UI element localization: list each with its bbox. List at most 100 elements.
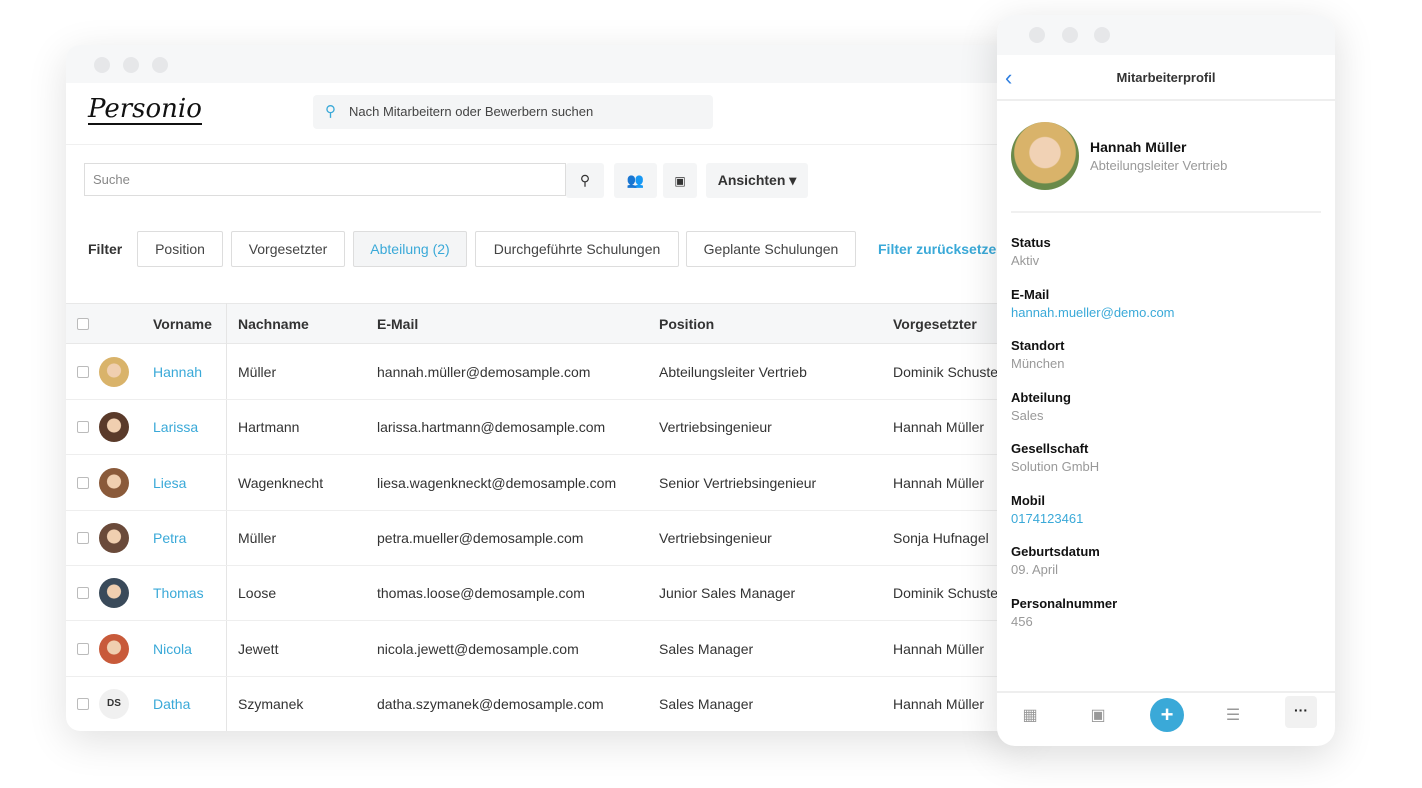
email: larissa.hartmann@demosample.com — [377, 419, 606, 436]
table-header: Vorname Nachname E-Mail Position Vorgese… — [66, 303, 1026, 344]
position: Senior Vertriebsingenieur — [659, 474, 817, 491]
save-button[interactable]: ▣ — [663, 163, 697, 198]
filter-position[interactable]: Position — [137, 231, 223, 267]
table-row[interactable]: Nicola Jewett nicola.jewett@demosample.c… — [66, 622, 1026, 677]
table-row[interactable]: Petra Müller petra.mueller@demosample.co… — [66, 511, 1026, 566]
field-value: Sales — [1011, 407, 1044, 423]
back-chevron-icon[interactable]: ‹ — [1005, 55, 1012, 101]
table-row[interactable]: Hannah Müller hannah.müller@demosample.c… — [66, 345, 1026, 400]
filter-reset-link[interactable]: Filter zurücksetzen — [878, 241, 1005, 257]
field-label: Gesellschaft — [1011, 441, 1089, 456]
search-icon: ⚲ — [325, 103, 336, 120]
filter-vorgesetzter[interactable]: Vorgesetzter — [231, 231, 345, 267]
manager: Dominik Schuster — [893, 364, 1003, 380]
row-checkbox[interactable] — [77, 642, 89, 655]
window-dot — [94, 57, 110, 73]
row-checkbox[interactable] — [77, 587, 89, 600]
search-input[interactable]: Suche — [84, 163, 566, 196]
field-value[interactable]: 0174123461 — [1011, 511, 1083, 526]
row-checkbox[interactable] — [77, 476, 89, 489]
last-name: Müller — [238, 529, 277, 546]
email: petra.mueller@demosample.com — [377, 529, 584, 546]
people-list-icon[interactable]: ☰ — [1218, 705, 1248, 725]
views-dropdown[interactable]: Ansichten ▾ — [706, 163, 808, 198]
manager: Sonja Hufnagel — [893, 529, 989, 546]
manager: Hannah Müller — [893, 419, 985, 436]
first-name-link[interactable]: Hannah — [153, 364, 202, 380]
email: liesa.wagenkneckt@demosample.com — [377, 474, 617, 491]
position: Vertriebsingenieur — [659, 419, 772, 436]
col-position[interactable]: Position — [659, 316, 714, 332]
first-name-link[interactable]: Larissa — [153, 419, 198, 435]
filter-geplante-schulungen[interactable]: Geplante Schulungen — [686, 231, 856, 267]
last-name: Hartmann — [238, 419, 300, 436]
divider — [1011, 211, 1321, 213]
window-dot — [1062, 27, 1078, 43]
table-row[interactable]: Larissa Hartmann larissa.hartmann@demosa… — [66, 400, 1026, 456]
profile-field: Personalnummer 456 — [1011, 596, 1117, 629]
personio-logo[interactable]: Personio — [88, 95, 202, 125]
field-value: 456 — [1011, 613, 1033, 629]
table-row[interactable]: Thomas Loose thomas.loose@demosample.com… — [66, 566, 1026, 622]
field-label: Status — [1011, 235, 1051, 250]
field-value: Solution GmbH — [1011, 459, 1100, 474]
avatar — [99, 412, 129, 443]
first-name-link[interactable]: Datha — [153, 696, 190, 712]
search-button[interactable]: ⚲ — [566, 163, 604, 198]
col-nachname[interactable]: Nachname — [238, 316, 309, 332]
field-value: München — [1011, 356, 1065, 371]
col-vorgesetzter[interactable]: Vorgesetzter — [893, 316, 977, 332]
profile-field: Standort München — [1011, 338, 1064, 371]
field-label: Personalnummer — [1011, 595, 1118, 611]
filter-durchgefuehrte-schulungen[interactable]: Durchgeführte Schulungen — [475, 231, 679, 267]
row-checkbox[interactable] — [77, 531, 89, 544]
avatar — [99, 522, 129, 553]
first-name-link[interactable]: Liesa — [153, 475, 186, 491]
field-value[interactable]: hannah.mueller@demo.com — [1011, 305, 1175, 320]
avatar — [99, 357, 129, 387]
global-search-input[interactable]: ⚲ Nach Mitarbeitern oder Bewerbern suchen — [313, 95, 713, 129]
email: hannah.müller@demosample.com — [377, 364, 591, 380]
position: Sales Manager — [659, 695, 754, 712]
last-name: Szymanek — [238, 695, 304, 712]
row-checkbox[interactable] — [77, 421, 89, 434]
select-all-checkbox[interactable] — [77, 317, 89, 330]
table-row[interactable]: DS Datha Szymanek datha.szymanek@demosam… — [66, 677, 1026, 731]
calendar-icon[interactable]: ▣ — [1083, 705, 1113, 725]
table-row[interactable]: Liesa Wagenknecht liesa.wagenkneckt@demo… — [66, 456, 1026, 511]
search-icon: ⚲ — [579, 172, 591, 188]
filter-abteilung[interactable]: Abteilung (2) — [353, 231, 467, 267]
last-name: Loose — [238, 585, 277, 602]
dashboard-icon[interactable]: ▦ — [1015, 705, 1045, 725]
last-name: Müller — [238, 364, 277, 380]
mobile-profile-window: ‹ Mitarbeiterprofil Hannah Müller Abteil… — [997, 15, 1335, 746]
add-button[interactable]: + — [1150, 698, 1184, 732]
position: Vertriebsingenieur — [659, 529, 772, 546]
save-icon: ▣ — [674, 174, 686, 188]
profile-field: Mobil 0174123461 — [1011, 493, 1083, 526]
desktop-window: Personio ⚲ Nach Mitarbeitern oder Bewerbe… — [66, 45, 1026, 731]
profile-field: Status Aktiv — [1011, 235, 1051, 268]
row-checkbox[interactable] — [77, 697, 89, 710]
avatar — [99, 578, 129, 609]
avatar: DS — [99, 688, 129, 719]
title-bar — [66, 45, 1026, 83]
first-name-link[interactable]: Thomas — [153, 585, 204, 601]
col-email[interactable]: E-Mail — [377, 316, 418, 332]
first-name-link[interactable]: Petra — [153, 530, 186, 546]
field-label: Standort — [1011, 338, 1065, 353]
more-button[interactable]: ··· — [1285, 696, 1317, 728]
col-vorname[interactable]: Vorname — [153, 316, 212, 332]
bottom-tab-bar: ▦ ▣ + ☰ ··· — [997, 691, 1335, 746]
group-button[interactable]: 👥 — [614, 163, 657, 198]
first-name-link[interactable]: Nicola — [153, 641, 192, 657]
window-dot — [1029, 27, 1045, 43]
avatar — [99, 633, 129, 664]
profile-avatar — [1011, 122, 1079, 190]
profile-name: Hannah Müller — [1090, 139, 1187, 155]
profile-nav-bar: ‹ Mitarbeiterprofil — [997, 55, 1335, 101]
window-dot — [1094, 27, 1110, 43]
row-checkbox[interactable] — [77, 366, 89, 378]
profile-field: Abteilung Sales — [1011, 390, 1071, 423]
window-dot — [152, 57, 168, 73]
